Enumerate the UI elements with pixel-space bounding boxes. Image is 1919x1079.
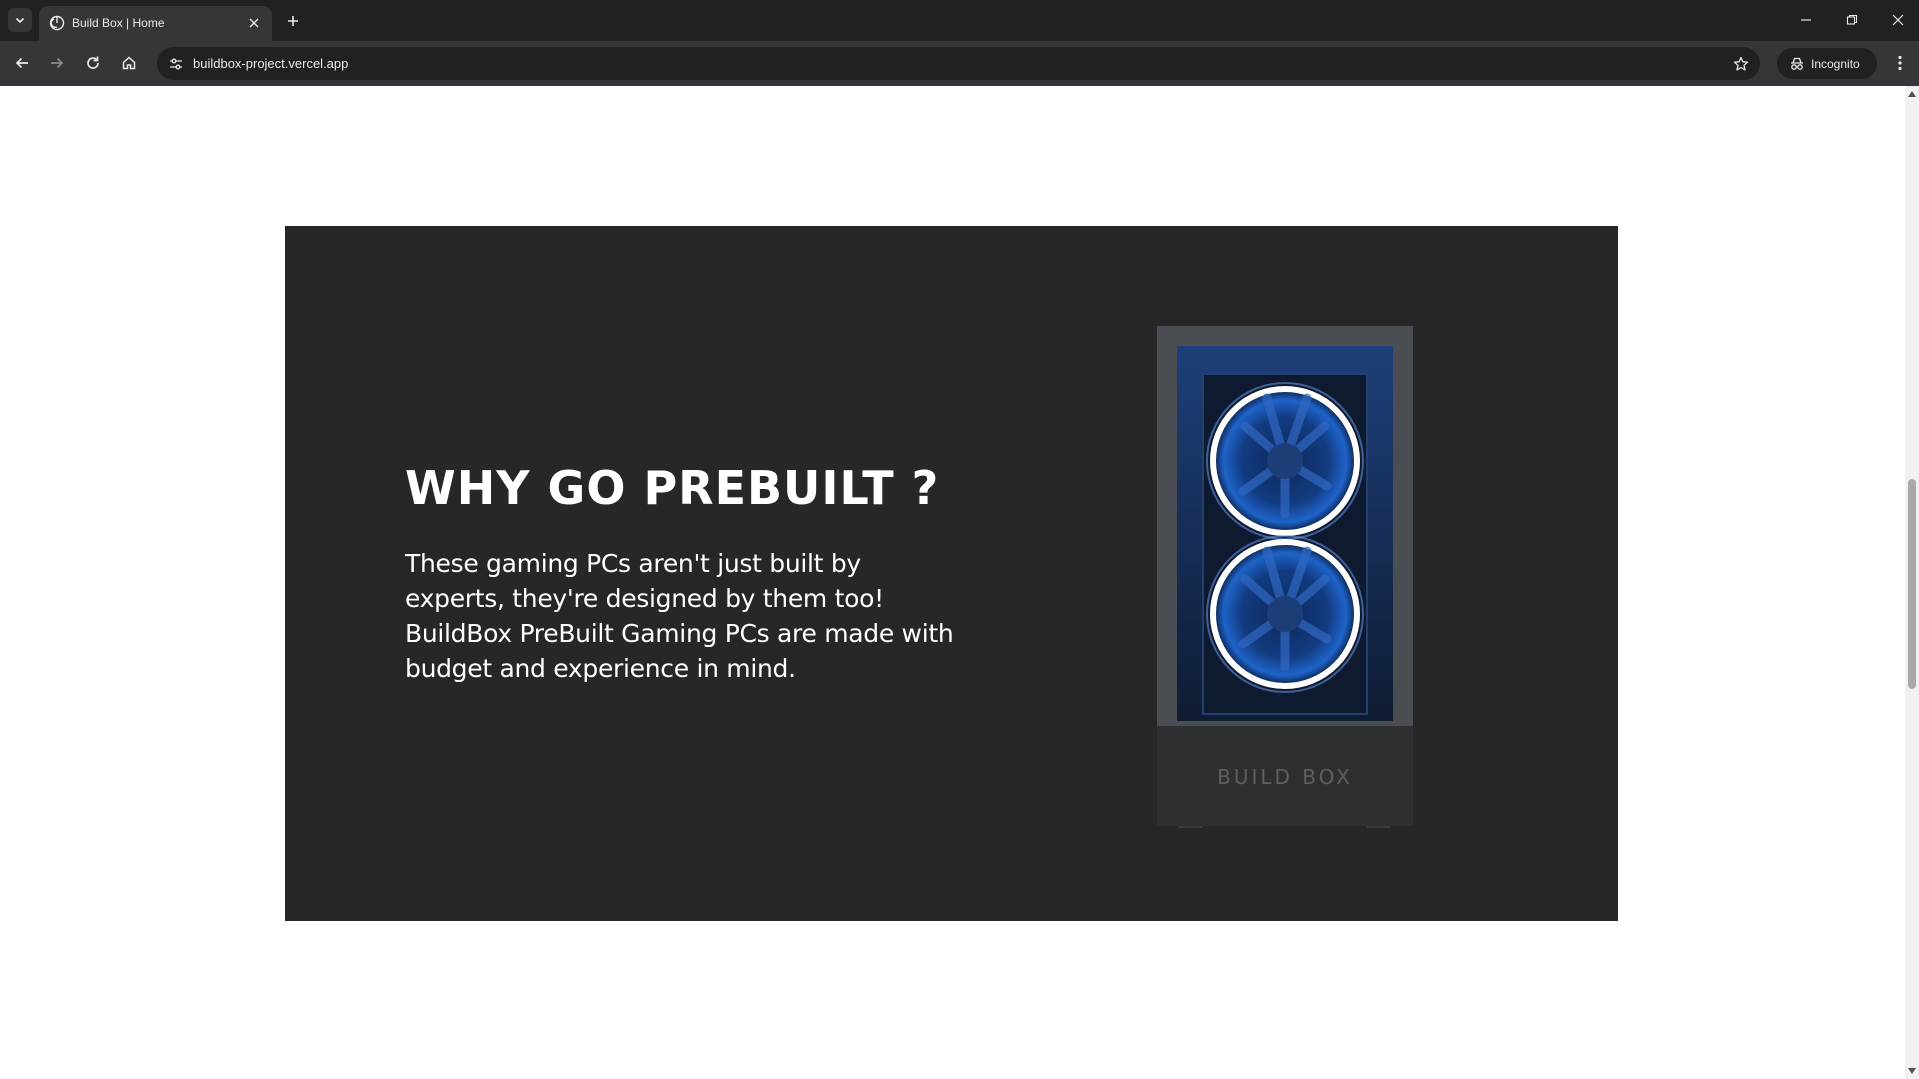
bookmark-button[interactable] [1730, 53, 1752, 75]
restore-icon [1846, 14, 1858, 25]
address-bar[interactable]: buildbox-project.vercel.app [157, 47, 1760, 80]
restore-button[interactable] [1837, 8, 1867, 32]
new-tab-button[interactable] [283, 11, 303, 31]
top-fan [1206, 382, 1364, 540]
kebab-menu-icon [1898, 55, 1902, 71]
close-icon [1892, 14, 1904, 26]
scroll-down-arrow[interactable] [1908, 1067, 1916, 1075]
page-scrollbar[interactable] [1905, 86, 1919, 1079]
triangle-up-icon [1908, 91, 1916, 97]
browser-menu-button[interactable] [1886, 49, 1914, 77]
scroll-thumb[interactable] [1908, 479, 1916, 689]
forward-button[interactable] [43, 49, 71, 77]
plus-icon [288, 16, 298, 26]
incognito-indicator[interactable]: Incognito [1777, 48, 1877, 79]
back-button[interactable] [8, 49, 36, 77]
globe-icon [49, 15, 65, 31]
home-icon [122, 56, 136, 70]
bottom-fan [1206, 535, 1364, 693]
reload-icon [87, 56, 99, 69]
case-foot-right [1367, 826, 1391, 828]
reload-button[interactable] [79, 49, 107, 77]
tune-icon [170, 58, 182, 70]
minimize-icon [1801, 19, 1811, 21]
arrow-right-icon [51, 57, 64, 69]
url-text[interactable]: buildbox-project.vercel.app [193, 56, 348, 71]
tab-search-button[interactable] [8, 8, 32, 32]
tab-title: Build Box | Home [72, 16, 165, 30]
minimize-button[interactable] [1791, 8, 1821, 32]
incognito-icon [1791, 57, 1803, 70]
section-paragraph: These gaming PCs aren't just built by ex… [405, 549, 954, 683]
close-icon [249, 18, 259, 28]
arrow-left-icon [15, 57, 28, 69]
scroll-up-arrow[interactable] [1908, 90, 1916, 98]
case-foot-left [1179, 826, 1203, 828]
page-viewport: WHY GO PREBUILT ? These gaming PCs aren'… [0, 86, 1905, 1079]
triangle-down-icon [1908, 1068, 1916, 1074]
star-icon [1733, 56, 1749, 71]
site-info-button[interactable] [165, 53, 187, 75]
chevron-down-icon [15, 17, 25, 24]
tab-strip: Build Box | Home [0, 0, 1919, 41]
pc-case-image: BUILD BOX [1157, 326, 1413, 828]
tab-close-button[interactable] [246, 15, 262, 31]
home-button[interactable] [115, 49, 143, 77]
why-prebuilt-section: WHY GO PREBUILT ? These gaming PCs aren'… [285, 226, 1618, 921]
close-window-button[interactable] [1883, 8, 1913, 32]
browser-toolbar: buildbox-project.vercel.app Incognito [0, 41, 1919, 86]
incognito-label: Incognito [1811, 56, 1860, 71]
section-heading: WHY GO PREBUILT ? [405, 461, 940, 515]
case-logo: BUILD BOX [1217, 765, 1353, 789]
active-tab[interactable]: Build Box | Home [39, 6, 272, 41]
